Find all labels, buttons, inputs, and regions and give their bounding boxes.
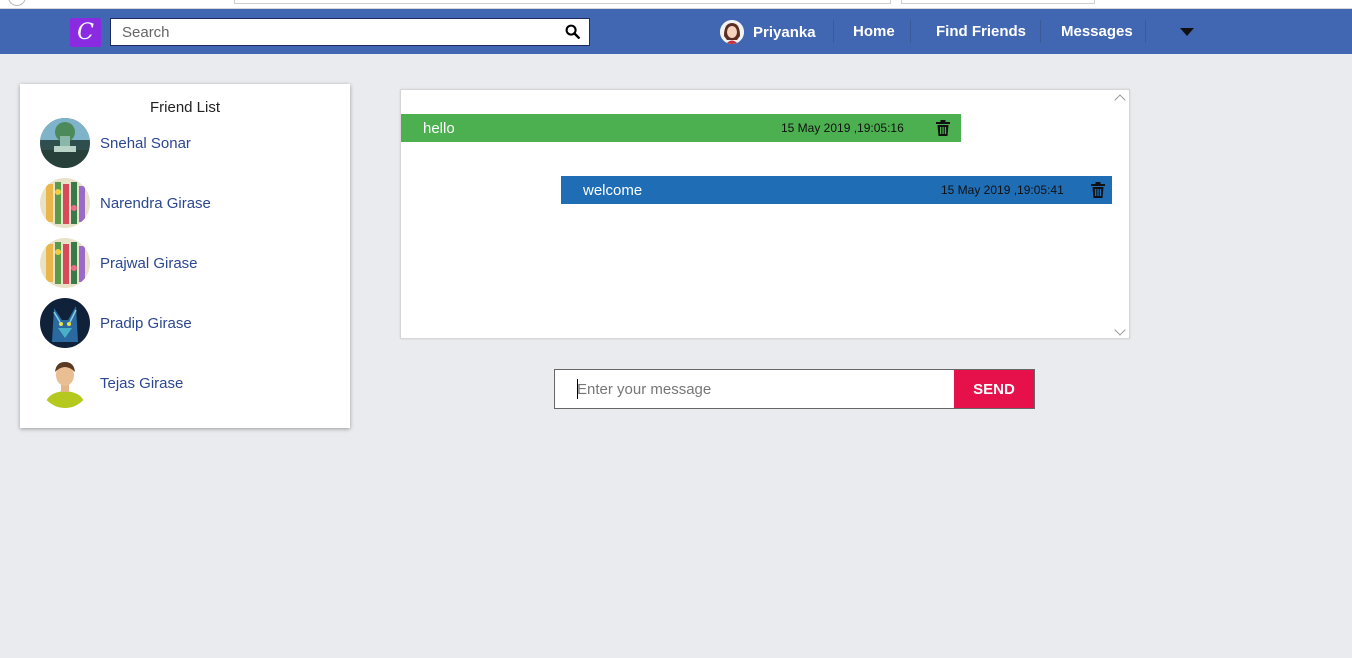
colorful-art-avatar <box>40 178 90 228</box>
friend-name: Narendra Girase <box>100 194 211 212</box>
search-input[interactable] <box>111 19 556 45</box>
friend-item[interactable]: Tejas Girase <box>40 358 183 408</box>
trash-icon[interactable] <box>936 120 950 136</box>
search-box <box>110 18 590 46</box>
friend-name: Snehal Sonar <box>100 134 191 152</box>
message-text: hello <box>423 120 455 137</box>
wolf-art-avatar <box>40 298 90 348</box>
search-icon[interactable] <box>565 24 580 39</box>
message-received: welcome 15 May 2019 ,19:05:41 <box>561 176 1114 204</box>
browser-button[interactable] <box>8 0 26 6</box>
trash-icon[interactable] <box>1091 182 1105 198</box>
friend-name: Tejas Girase <box>100 374 184 392</box>
nav-find-friends-link[interactable]: Find Friends <box>936 20 1026 44</box>
nav-home-link[interactable]: Home <box>853 20 895 44</box>
friend-item[interactable]: Pradip Girase <box>40 298 192 348</box>
friend-list-title: Friend List <box>149 99 221 116</box>
nav-messages-link[interactable]: Messages <box>1061 20 1133 44</box>
app-logo[interactable]: C <box>70 18 101 47</box>
nav-divider <box>1145 20 1146 43</box>
colorful-art-avatar <box>40 238 90 288</box>
browser-address-bar[interactable] <box>234 0 891 4</box>
chat-scrollbar[interactable] <box>1112 90 1129 338</box>
top-navbar: C Priyanka Home Find Friends Messages <box>0 9 1352 54</box>
caret-down-icon[interactable] <box>1180 28 1194 36</box>
nav-divider <box>833 20 834 43</box>
text-cursor <box>577 379 578 399</box>
nav-divider <box>1040 20 1041 43</box>
friend-item[interactable]: Narendra Girase <box>40 178 211 228</box>
nav-profile-link[interactable]: Priyanka <box>720 20 816 44</box>
friend-name: Prajwal Girase <box>100 254 198 272</box>
message-sent: hello 15 May 2019 ,19:05:16 <box>401 114 961 142</box>
message-input[interactable] <box>555 370 955 408</box>
message-composer: SEND <box>554 369 1035 409</box>
friend-name: Pradip Girase <box>100 314 192 332</box>
nav-username: Priyanka <box>753 23 816 41</box>
friend-item[interactable]: Snehal Sonar <box>40 118 191 168</box>
logo-letter: C <box>77 20 94 45</box>
message-text: welcome <box>583 182 643 199</box>
nature-photo-avatar <box>40 118 90 168</box>
scroll-up-icon[interactable] <box>1114 94 1126 106</box>
browser-search-bar[interactable] <box>901 0 1095 4</box>
message-timestamp: 15 May 2019 ,19:05:16 <box>781 121 904 135</box>
friend-list-panel: Friend List Snehal Sonar Narendra Girase… <box>20 84 350 428</box>
nav-divider <box>910 20 911 43</box>
chat-messages-area[interactable]: hello 15 May 2019 ,19:05:16 welcome 15 M… <box>400 89 1130 339</box>
default-person-avatar <box>40 358 90 408</box>
scroll-down-icon[interactable] <box>1114 324 1126 336</box>
friend-item[interactable]: Prajwal Girase <box>40 238 198 288</box>
message-timestamp: 15 May 2019 ,19:05:41 <box>941 183 1064 197</box>
browser-toolbar-strip <box>0 0 1352 9</box>
user-avatar <box>720 20 744 44</box>
send-button[interactable]: SEND <box>954 370 1034 408</box>
